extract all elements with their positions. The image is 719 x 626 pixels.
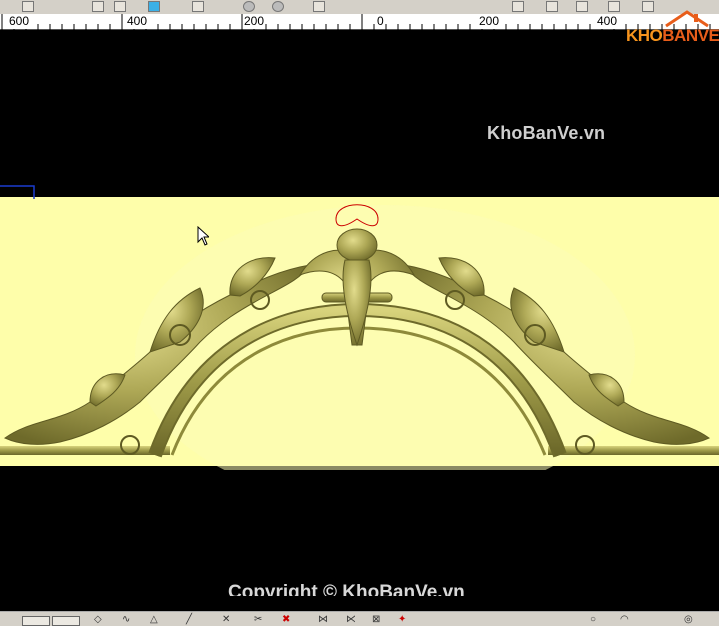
arch-ornament (0, 204, 719, 470)
watermark: KhoBanVe.vn (487, 123, 606, 143)
sphere-icon[interactable] (243, 1, 255, 12)
top-toolbar (0, 0, 719, 15)
sphere-icon[interactable] (272, 1, 284, 12)
arc-icon[interactable]: ◠ (620, 615, 629, 625)
shape-icon[interactable]: △ (150, 615, 158, 625)
3d-viewport[interactable]: KhoBanVe.vn Copyright © KhoBanVe.vn (0, 30, 719, 596)
line-icon[interactable]: ╱ (186, 615, 192, 625)
scissors-icon[interactable] (22, 1, 34, 12)
paste-icon[interactable] (114, 1, 126, 12)
footer-watermark: Copyright © KhoBanVe.vn (228, 582, 465, 596)
logo-kho: KHO (626, 26, 663, 45)
copy-icon[interactable] (92, 1, 104, 12)
view-icon[interactable] (608, 1, 620, 12)
cube-icon[interactable] (148, 1, 160, 12)
weld-icon[interactable]: ⊠ (372, 615, 380, 625)
trim-icon[interactable]: ✦ (398, 615, 406, 625)
horizontal-ruler: 600 400 200 0 200 400 (0, 14, 719, 30)
mouse-pointer-icon (197, 226, 209, 246)
circle-icon[interactable]: ○ (590, 615, 596, 625)
curve-icon[interactable]: ∿ (122, 615, 130, 625)
ruler-label: 600 (8, 14, 31, 29)
view-icon[interactable] (512, 1, 524, 12)
site-logo: KHOBANVE (624, 10, 719, 50)
rotate-icon[interactable] (576, 1, 588, 12)
delete-node-icon[interactable]: ✂ (254, 615, 262, 625)
delete-icon[interactable]: ✖ (282, 615, 290, 625)
ruler-label: 400 (596, 14, 619, 29)
ruler-label: 200 (478, 14, 501, 29)
bottom-toolbar: ◇ ∿ △ ╱ ✕ ✂ ✖ ⋈ ⋉ ⊠ ✦ ○ ◠ ◎ (0, 611, 719, 626)
node-icon[interactable]: ✕ (222, 615, 230, 625)
rotate-icon[interactable] (546, 1, 558, 12)
vector-icon[interactable]: ⋈ (318, 615, 328, 625)
logo-text: KHOBANVE (626, 26, 719, 46)
status-strip (0, 596, 719, 611)
ruler-label: 200 (243, 14, 266, 29)
transform-icon[interactable] (313, 1, 325, 12)
layers-icon[interactable] (192, 1, 204, 12)
vector-icon[interactable]: ⋉ (346, 615, 356, 625)
logo-banve: BANVE (662, 26, 719, 45)
polygon-icon[interactable]: ◇ (94, 615, 102, 625)
ruler-label: 400 (126, 14, 149, 29)
offset-icon[interactable]: ◎ (684, 615, 693, 625)
ruler-label: 0 (376, 14, 385, 29)
